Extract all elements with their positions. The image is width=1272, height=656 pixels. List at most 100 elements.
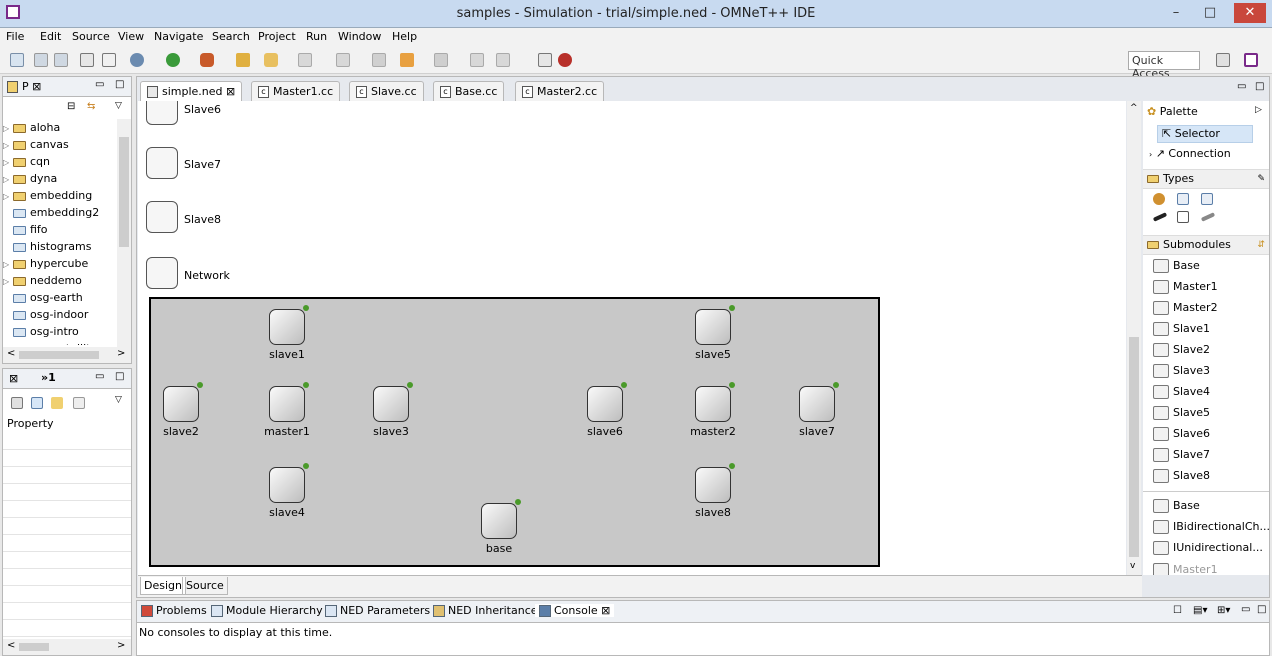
palette-interface-item[interactable]: Base (1153, 497, 1200, 517)
submodule-icon[interactable] (695, 463, 735, 503)
pin-icon[interactable]: ✎ (1257, 170, 1265, 188)
tree-item[interactable]: osg-intro (3, 323, 117, 340)
prev-annotation-icon[interactable] (336, 53, 350, 67)
submodule-icon[interactable] (373, 382, 413, 422)
maximize-view-icon[interactable]: □ (115, 371, 124, 382)
submodule-icon[interactable] (587, 382, 627, 422)
minimize-button[interactable]: – (1162, 3, 1190, 23)
palette-submodule-item[interactable]: Master1 (1153, 278, 1218, 298)
gear-icon[interactable] (146, 201, 178, 233)
categories-icon[interactable] (31, 397, 43, 409)
tab-slave-cc[interactable]: c Slave.cc (349, 81, 424, 101)
network-icon[interactable] (146, 257, 178, 289)
tree-item[interactable]: fifo (3, 221, 117, 238)
save-icon[interactable] (34, 53, 48, 67)
submodule-icon[interactable] (695, 305, 735, 345)
menu-source[interactable]: Source (72, 30, 110, 43)
project-explorer-tab[interactable]: P ⊠ (7, 80, 41, 93)
maximize-button[interactable]: □ (1196, 3, 1224, 23)
scrollbar-thumb[interactable] (119, 137, 129, 247)
module-interface-icon[interactable] (1177, 211, 1189, 223)
ned-icon[interactable] (102, 53, 116, 67)
scrollbar-thumb[interactable] (19, 351, 99, 359)
hidden-views-tab[interactable]: »1 (41, 371, 56, 384)
menu-run[interactable]: Run (306, 30, 327, 43)
tree-item[interactable]: ▷ hypercube (3, 255, 117, 272)
forward-icon[interactable] (434, 53, 448, 67)
menu-project[interactable]: Project (258, 30, 296, 43)
tab-base-cc[interactable]: c Base.cc (433, 81, 505, 101)
scrollbar-thumb[interactable] (1129, 337, 1139, 557)
tab-ned-parameters[interactable]: NED Parameters (325, 604, 430, 617)
maximize-view-icon[interactable]: □ (1257, 604, 1266, 615)
scroll-left-icon[interactable]: < (7, 348, 15, 359)
palette-submodule-item[interactable]: Slave7 (1153, 446, 1210, 466)
tab-module-hierarchy[interactable]: Module Hierarchy (211, 604, 323, 617)
palette-interface-item[interactable]: IBidirectionalCh... (1153, 518, 1269, 538)
simple-module-icon[interactable] (1153, 193, 1165, 205)
submodule-icon[interactable] (481, 499, 521, 539)
channel-interface-icon[interactable] (1200, 212, 1216, 222)
connection-tool[interactable]: › ↗ Connection (1149, 147, 1231, 160)
pin-view-icon[interactable] (11, 397, 23, 409)
close-button[interactable]: ✕ (1234, 3, 1266, 23)
pin2-icon[interactable] (496, 53, 510, 67)
display-console-icon[interactable]: ▤▾ (1193, 605, 1207, 616)
gear-icon[interactable] (146, 147, 178, 179)
profile-icon[interactable] (200, 53, 214, 67)
debug-icon[interactable] (130, 53, 144, 67)
palette-submodule-item[interactable]: Slave8 (1153, 467, 1210, 487)
tree-item[interactable]: osg-satellites (3, 340, 117, 345)
new-icon[interactable] (10, 53, 24, 67)
gear-icon[interactable] (146, 101, 178, 125)
tab-ned-inheritance[interactable]: NED Inheritance (433, 604, 538, 617)
palette-submodule-item[interactable]: Slave5 (1153, 404, 1210, 424)
tree-item[interactable]: ▷ aloha (3, 119, 117, 136)
quick-access-input[interactable]: Quick Access (1128, 51, 1200, 80)
tree-item[interactable]: osg-earth (3, 289, 117, 306)
scroll-left-icon[interactable]: < (7, 640, 15, 651)
canvas-scrollbar[interactable]: ^ v (1127, 101, 1141, 575)
minimize-view-icon[interactable]: ▭ (95, 371, 104, 382)
scroll-right-icon[interactable]: > (117, 348, 125, 359)
palette-submodule-item[interactable]: Slave2 (1153, 341, 1210, 361)
palette-submodule-item[interactable]: Slave6 (1153, 425, 1210, 445)
horizontal-scrollbar[interactable]: < > (3, 347, 131, 363)
tab-source[interactable]: Source (182, 577, 228, 595)
selector-tool[interactable]: ⇱ Selector (1157, 125, 1253, 143)
tree-item[interactable]: ▷ cqn (3, 153, 117, 170)
network-compound-module[interactable]: slave1 slave5 slave2 master1 slave3 slav… (149, 297, 880, 567)
palette-submodule-item[interactable]: Slave1 (1153, 320, 1210, 340)
tab-design[interactable]: Design (140, 577, 186, 595)
perspective-icon[interactable] (558, 53, 572, 67)
tab-problems[interactable]: Problems (141, 604, 207, 617)
scrollbar-thumb[interactable] (19, 643, 49, 651)
view-menu-icon[interactable]: ▽ (115, 395, 122, 405)
minimize-view-icon[interactable]: ▭ (95, 79, 104, 90)
palette-submodule-item[interactable]: Slave4 (1153, 383, 1210, 403)
tree-item[interactable]: ▷ canvas (3, 136, 117, 153)
scroll-up-icon[interactable]: ^ (1130, 103, 1138, 113)
ned-design-canvas[interactable]: Slave6 Slave7 Slave8 Network slave1 slav… (138, 101, 1126, 575)
close-view-icon[interactable]: ⊠ (9, 372, 18, 385)
palette-submodule-item[interactable]: Base (1153, 257, 1200, 277)
new-ned-icon[interactable] (538, 53, 552, 67)
menu-edit[interactable]: Edit (40, 30, 61, 43)
submodule-icon[interactable] (163, 382, 203, 422)
channel-icon[interactable] (1152, 212, 1168, 222)
palette-collapse-icon[interactable]: ▷ (1255, 105, 1262, 115)
palette-interface-item[interactable]: IUnidirectional... (1153, 539, 1263, 559)
tab-console[interactable]: Console ⊠ (535, 604, 615, 617)
pin-console-icon[interactable]: ☐ (1173, 605, 1182, 616)
submodule-icon[interactable] (269, 463, 309, 503)
last-edit-icon[interactable] (372, 53, 386, 67)
run-icon[interactable] (166, 53, 180, 67)
network-type-icon[interactable] (1201, 193, 1213, 205)
scroll-right-icon[interactable]: > (117, 640, 125, 651)
palette-submodules-header[interactable]: Submodules ⇵ (1143, 235, 1269, 255)
tree-item[interactable]: ▷ neddemo (3, 272, 117, 289)
scroll-down-icon[interactable]: v (1130, 561, 1135, 571)
tab-master1-cc[interactable]: c Master1.cc (251, 81, 341, 101)
tab-master2-cc[interactable]: c Master2.cc (515, 81, 605, 101)
open-console-icon[interactable]: ⊞▾ (1217, 605, 1230, 616)
